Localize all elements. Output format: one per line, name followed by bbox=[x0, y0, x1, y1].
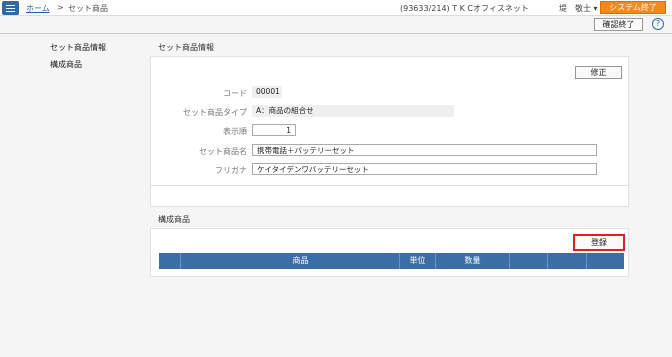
breadcrumb-current: セット商品 bbox=[68, 4, 108, 13]
panel-divider bbox=[151, 185, 628, 186]
divider bbox=[0, 33, 672, 34]
set-type-value: A：商品の組合せ bbox=[252, 105, 454, 117]
column-header-product: 商品 bbox=[180, 253, 420, 269]
furigana-label: フリガナ bbox=[215, 166, 247, 175]
column-header-extra-2 bbox=[547, 253, 586, 269]
column-header-extra-3 bbox=[586, 253, 624, 269]
breadcrumb-home-link[interactable]: ホーム bbox=[26, 3, 50, 14]
components-title: 構成商品 bbox=[158, 215, 190, 224]
breadcrumb-separator: > bbox=[57, 3, 64, 12]
set-type-label: セット商品タイプ bbox=[183, 108, 247, 117]
menu-icon[interactable] bbox=[2, 1, 19, 15]
code-label: コード bbox=[223, 89, 247, 98]
furigana-input[interactable] bbox=[252, 163, 597, 175]
register-button[interactable]: 登録 bbox=[573, 234, 625, 251]
edit-button[interactable]: 修正 bbox=[575, 66, 622, 79]
office-info: (93633/214) T K Cオフィスネット bbox=[400, 4, 529, 13]
user-menu[interactable]: 堤 敬士 ▾ bbox=[559, 3, 598, 14]
set-name-label: セット商品名 bbox=[199, 147, 247, 156]
system-exit-button[interactable]: システム終了 bbox=[600, 1, 666, 14]
display-order-input[interactable] bbox=[252, 124, 296, 136]
set-info-title: セット商品情報 bbox=[158, 43, 214, 52]
display-order-label: 表示順 bbox=[223, 127, 247, 136]
column-header-extra-1 bbox=[509, 253, 547, 269]
help-icon[interactable]: ? bbox=[652, 18, 664, 30]
code-value: 00001 bbox=[252, 86, 282, 98]
components-table-header: 商品 単位 数量 bbox=[159, 253, 624, 269]
sidebar-item-set-info[interactable]: セット商品情報 bbox=[50, 42, 106, 53]
set-name-input[interactable] bbox=[252, 144, 597, 156]
sidebar-item-components[interactable]: 構成商品 bbox=[50, 59, 82, 70]
column-header-select bbox=[159, 253, 180, 269]
confirm-exit-button[interactable]: 確認終了 bbox=[594, 18, 643, 31]
top-bar: ホーム > セット商品 (93633/214) T K Cオフィスネット 堤 敬… bbox=[0, 0, 672, 16]
column-header-quantity: 数量 bbox=[435, 253, 509, 269]
column-header-unit: 単位 bbox=[399, 253, 435, 269]
